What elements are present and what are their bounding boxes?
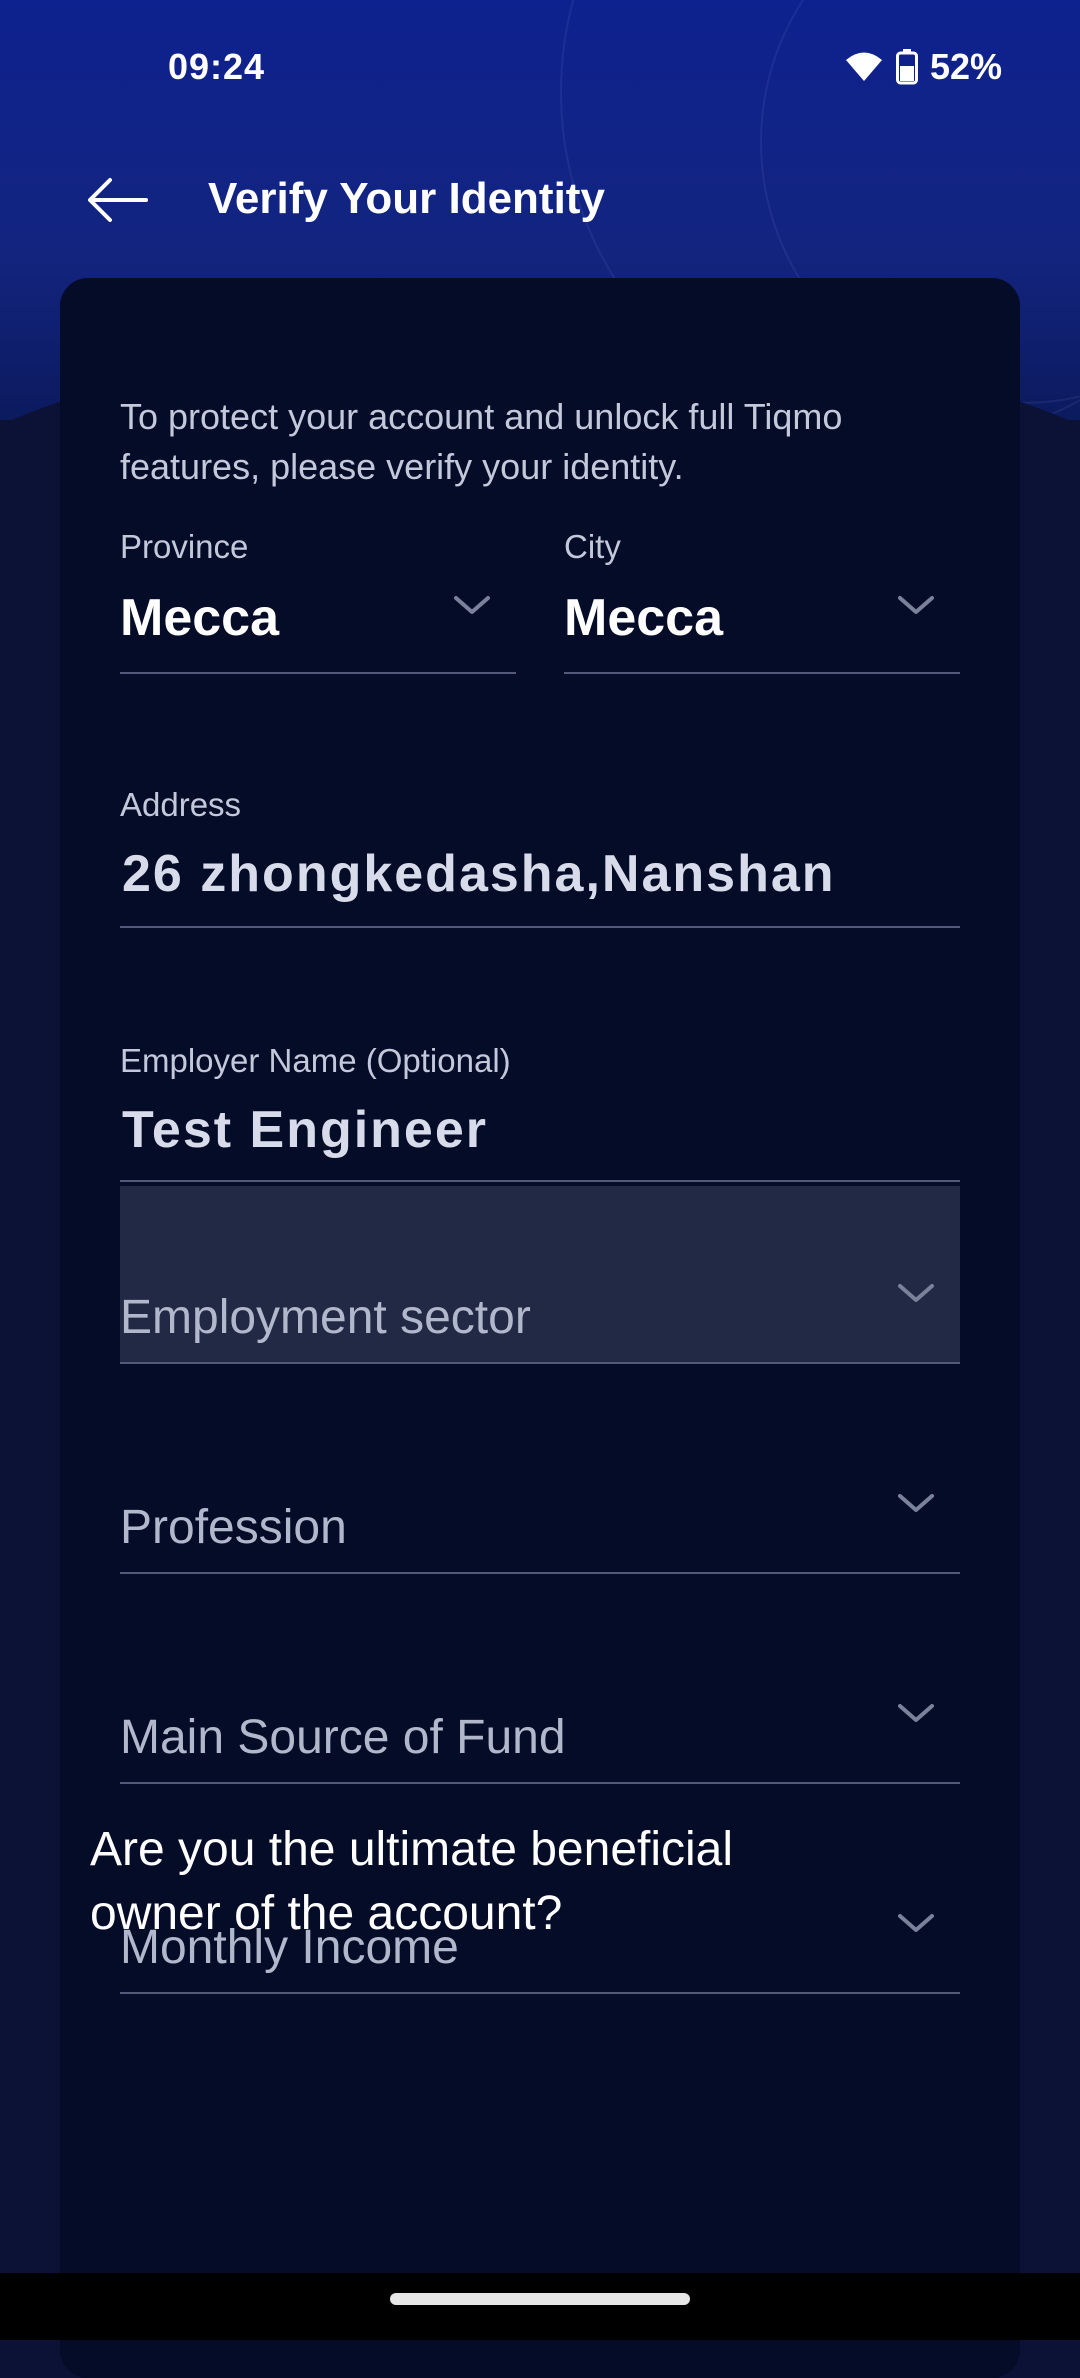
home-gesture-handle[interactable] xyxy=(390,2293,690,2305)
employment-sector-placeholder: Employment sector xyxy=(120,1291,531,1344)
intro-text: To protect your account and unlock full … xyxy=(120,396,843,487)
chevron-down-icon[interactable] xyxy=(896,590,936,620)
chevron-down-icon[interactable] xyxy=(896,1698,936,1728)
battery-icon xyxy=(895,49,918,85)
address-underline xyxy=(120,926,960,928)
back-arrow-icon xyxy=(88,178,148,222)
verification-card: To protect your account and unlock full … xyxy=(60,278,1020,2378)
employment-sector-underline xyxy=(120,1362,960,1364)
chevron-down-icon[interactable] xyxy=(896,1908,936,1938)
province-value[interactable]: Mecca xyxy=(120,588,279,648)
beneficial-owner-question: Are you the ultimate beneficial owner of… xyxy=(90,1823,734,1940)
source-of-fund-placeholder: Main Source of Fund xyxy=(120,1711,566,1764)
province-underline xyxy=(120,672,516,674)
profession-underline xyxy=(120,1572,960,1574)
address-input[interactable]: 26 zhongkedasha,Nanshan xyxy=(122,844,836,904)
chevron-down-icon[interactable] xyxy=(896,1488,936,1518)
page-title: Verify Your Identity xyxy=(208,174,605,223)
app-bar: Verify Your Identity xyxy=(0,160,1080,240)
battery-percent: 52% xyxy=(929,46,1002,87)
employer-input[interactable]: Test Engineer xyxy=(122,1100,488,1160)
monthly-income-underline xyxy=(120,1992,960,1994)
wifi-icon xyxy=(845,52,882,81)
chevron-down-icon[interactable] xyxy=(896,1278,936,1308)
city-underline xyxy=(564,672,960,674)
city-value[interactable]: Mecca xyxy=(564,588,723,648)
back-button[interactable] xyxy=(82,170,152,230)
employer-label: Employer Name (Optional) xyxy=(120,1042,511,1079)
chevron-down-icon[interactable] xyxy=(452,590,492,620)
address-label: Address xyxy=(120,786,242,823)
navigation-bar xyxy=(0,2273,1080,2340)
status-time: 09:24 xyxy=(168,46,266,87)
status-icons: 52% xyxy=(844,46,1002,88)
city-label: City xyxy=(564,528,621,565)
employer-underline xyxy=(120,1180,960,1182)
province-label: Province xyxy=(120,528,249,565)
profession-placeholder: Profession xyxy=(120,1501,347,1554)
source-of-fund-underline xyxy=(120,1782,960,1784)
status-bar: 09:24 52% xyxy=(0,0,1080,140)
